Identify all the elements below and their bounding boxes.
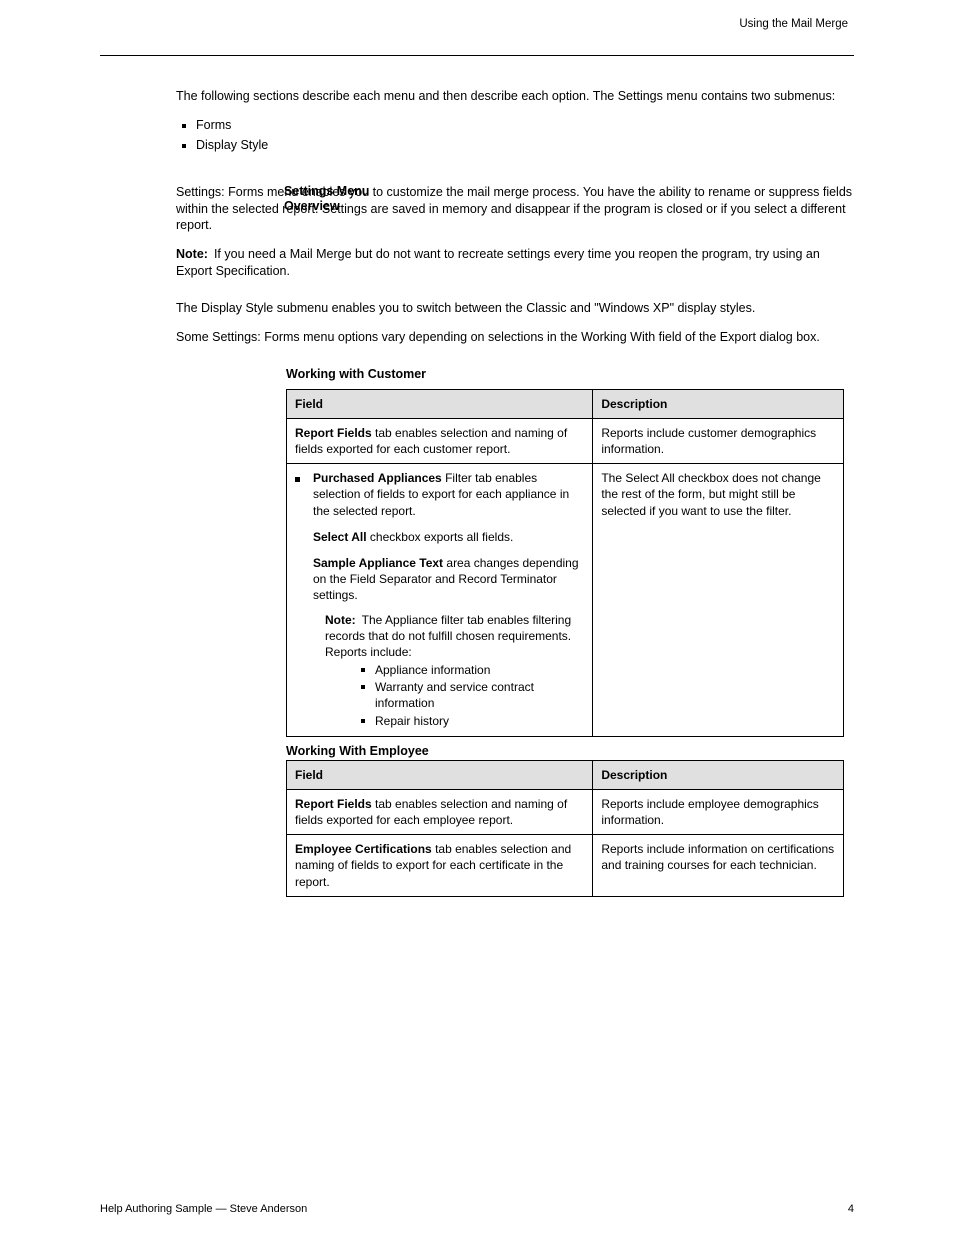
cell-field: Report Fields tab enables selection and … [287, 418, 593, 463]
note-body: The Appliance filter tab enables filteri… [325, 613, 571, 659]
note-label: Note: [325, 613, 356, 627]
bullet-icon [361, 668, 365, 672]
table-title-customer: Working with Customer [286, 366, 854, 383]
cell-description: Reports include employee demographics in… [593, 789, 844, 834]
footer-page-number: 4 [848, 1203, 854, 1215]
table-row: Report Fields tab enables selection and … [287, 418, 844, 463]
table-row-header: Field Description [287, 760, 844, 789]
table-customer: Field Description Report Fields tab enab… [286, 389, 844, 737]
page: Using the Mail Merge The following secti… [0, 0, 954, 1235]
field-name-word1: Purchased [313, 471, 374, 485]
intro-bullet-display-style: Display Style [196, 137, 854, 154]
subfield-text: checkbox exports all fields. [370, 530, 513, 544]
settings-p3: Some Settings: Forms menu options vary d… [176, 329, 854, 346]
th-description: Description [593, 760, 844, 789]
intro-list: Forms Display Style [176, 117, 854, 154]
subfield-name: Sample Appliance Text [313, 556, 443, 570]
cell-description: Reports include information on certifica… [593, 835, 844, 897]
bullet-icon [361, 685, 365, 689]
intro-paragraph: The following sections describe each men… [176, 88, 854, 105]
bullet-icon [295, 470, 313, 486]
table-title-employee: Working With Employee [286, 743, 854, 760]
subfield-name: Select All [313, 530, 367, 544]
th-description: Description [593, 389, 844, 418]
table-row-header: Field Description [287, 389, 844, 418]
note-body: If you need a Mail Merge but do not want… [176, 247, 820, 278]
bullet-icon [361, 719, 365, 723]
sublist-item: Repair history [375, 713, 449, 729]
table-employee: Field Description Report Fields tab enab… [286, 760, 844, 897]
field-name-word2: Appliances [378, 471, 442, 485]
section-heading-settings-overview: Settings Menu Overview [284, 184, 404, 214]
th-field: Field [287, 389, 593, 418]
table-row: Purchased Appliances Filter tab enables … [287, 464, 844, 737]
sublist-item: Appliance information [375, 662, 490, 678]
footer-left: Help Authoring Sample — Steve Anderson [100, 1203, 307, 1215]
cell-field: Report Fields tab enables selection and … [287, 789, 593, 834]
table-row: Employee Certifications tab enables sele… [287, 835, 844, 897]
field-name: Report Fields [295, 426, 372, 440]
field-name: Employee Certifications [295, 842, 432, 856]
table-row: Report Fields tab enables selection and … [287, 789, 844, 834]
sublist-item: Warranty and service contract informatio… [375, 679, 584, 711]
settings-p2: The Display Style submenu enables you to… [176, 300, 854, 317]
intro-bullet-forms: Forms [196, 117, 854, 134]
cell-field: Purchased Appliances Filter tab enables … [287, 464, 593, 737]
settings-note: Note:If you need a Mail Merge but do not… [176, 246, 854, 280]
running-header: Using the Mail Merge [100, 18, 854, 30]
cell-field: Employee Certifications tab enables sele… [287, 835, 593, 897]
header-rule [100, 55, 854, 56]
cell-description: The Select All checkbox does not change … [593, 464, 844, 737]
appliance-sublist: Appliance information Warranty and servi… [361, 662, 584, 729]
field-name: Report Fields [295, 797, 372, 811]
page-footer: Help Authoring Sample — Steve Anderson 4 [100, 1203, 854, 1215]
settings-p1: Settings: Forms menu enables you to cust… [176, 184, 854, 235]
main-content: The following sections describe each men… [176, 88, 854, 897]
cell-description: Reports include customer demographics in… [593, 418, 844, 463]
th-field: Field [287, 760, 593, 789]
note-label: Note: [176, 247, 208, 261]
